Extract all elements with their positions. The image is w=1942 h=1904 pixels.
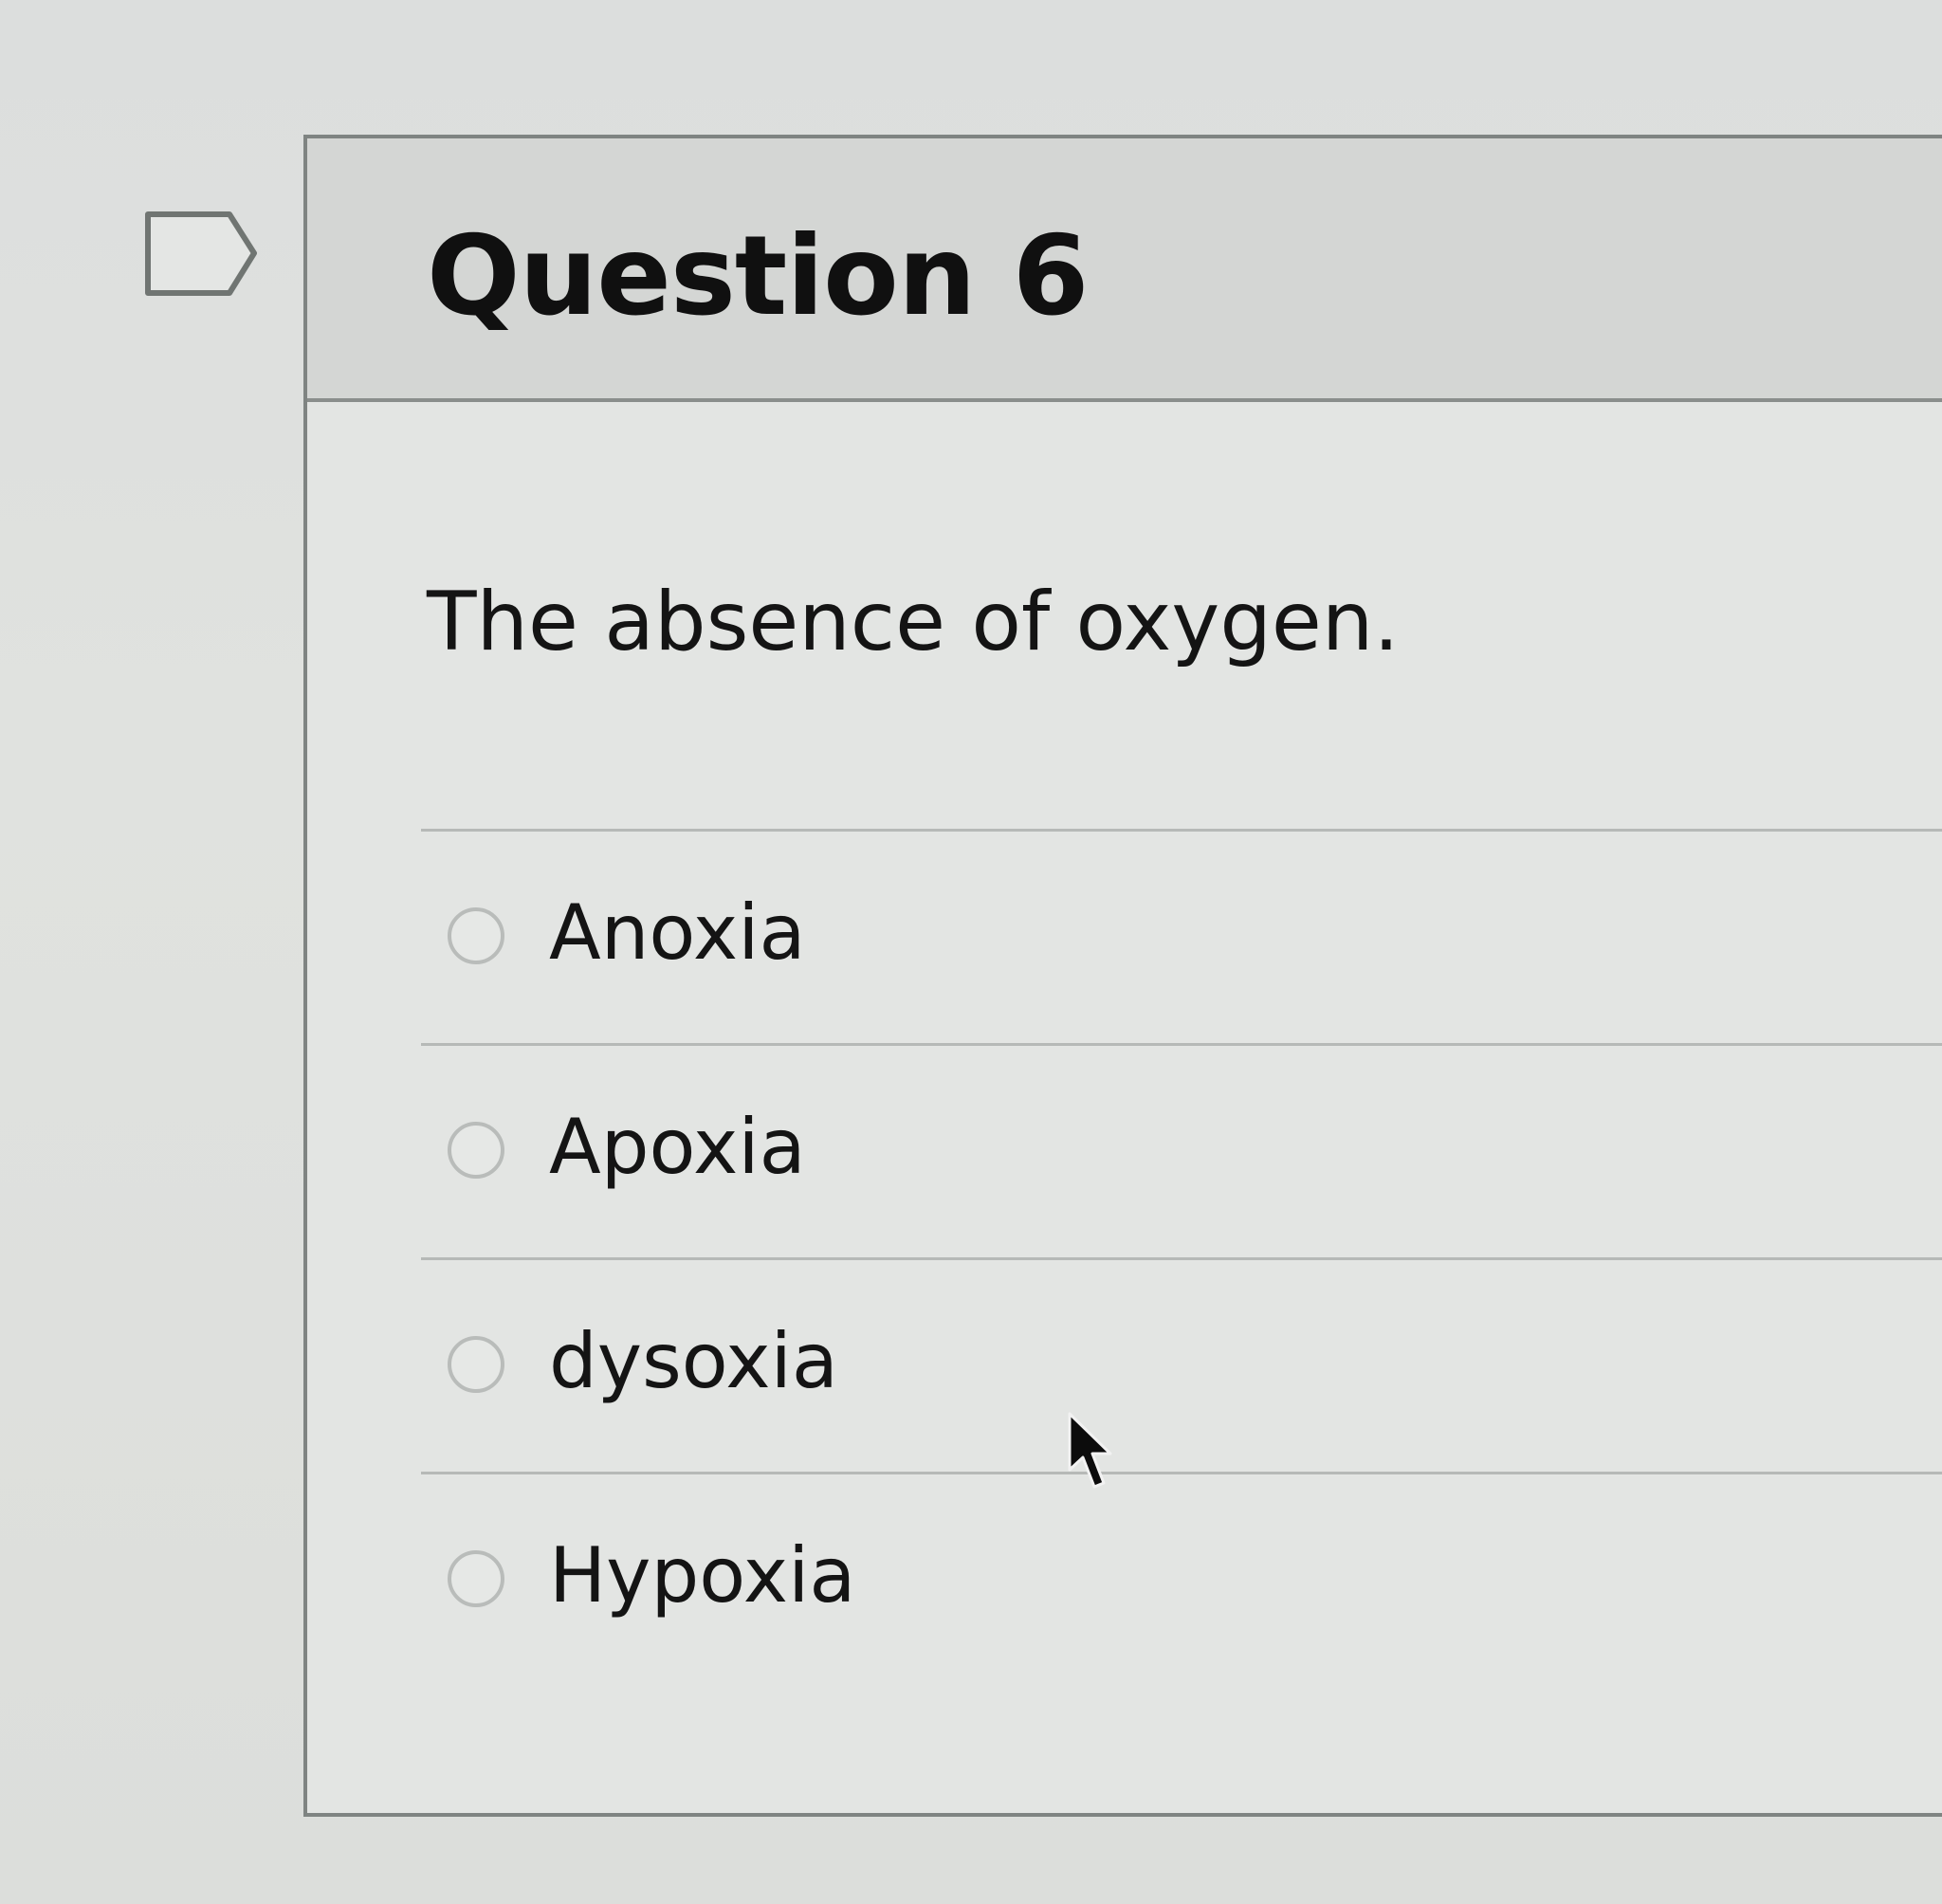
quiz-page: Question 6 The absence of oxygen. Anoxia… — [0, 0, 1942, 1904]
answer-option-apoxia[interactable]: Apoxia — [421, 1046, 1942, 1260]
answer-option-dysoxia[interactable]: dysoxia — [421, 1260, 1942, 1474]
flag-question-icon[interactable] — [142, 209, 261, 299]
question-card: Question 6 The absence of oxygen. Anoxia… — [303, 135, 1942, 1817]
question-header: Question 6 — [307, 138, 1942, 402]
radio-button[interactable] — [448, 1122, 504, 1179]
answer-label[interactable]: Anoxia — [549, 888, 806, 977]
answer-list: Anoxia Apoxia dysoxia Hypoxia — [421, 829, 1942, 1689]
question-prompt: The absence of oxygen. — [427, 575, 1400, 669]
answer-label[interactable]: Apoxia — [549, 1103, 806, 1191]
radio-button[interactable] — [448, 1550, 504, 1607]
answer-option-hypoxia[interactable]: Hypoxia — [421, 1474, 1942, 1689]
answer-label[interactable]: Hypoxia — [549, 1531, 855, 1620]
radio-button[interactable] — [448, 1336, 504, 1393]
mouse-pointer-icon — [1068, 1412, 1112, 1489]
question-title: Question 6 — [427, 212, 1089, 340]
answer-option-anoxia[interactable]: Anoxia — [421, 832, 1942, 1046]
answer-label[interactable]: dysoxia — [549, 1317, 838, 1405]
radio-button[interactable] — [448, 907, 504, 964]
